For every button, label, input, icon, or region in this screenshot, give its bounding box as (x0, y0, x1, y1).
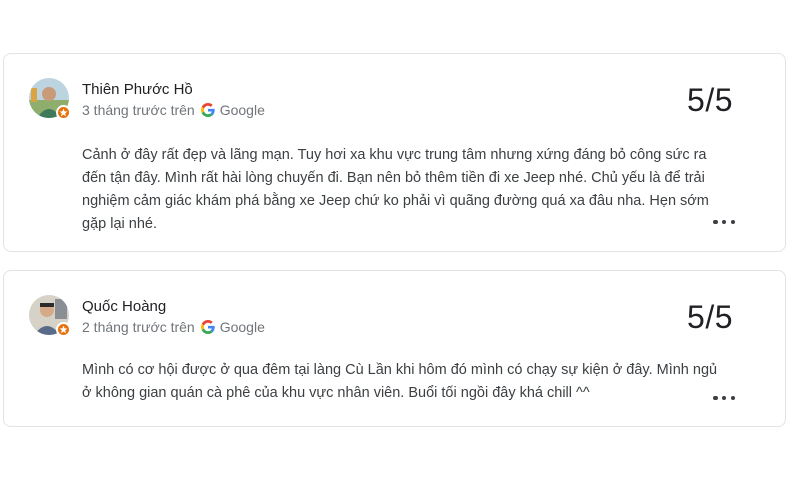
reviewer-name[interactable]: Thiên Phước Hồ (82, 81, 193, 98)
review-meta: 3 tháng trước trên Google (82, 102, 265, 118)
reviewer-avatar[interactable] (29, 78, 71, 120)
review-card: Quốc Hoàng 2 tháng trước trên Google 5/5… (3, 270, 786, 427)
dot (713, 219, 718, 225)
more-options-icon[interactable] (713, 216, 735, 228)
google-icon (200, 103, 215, 117)
dot (721, 395, 727, 401)
rating-score: 5/5 (687, 82, 733, 118)
review-meta: 2 tháng trước trên Google (82, 319, 265, 335)
review-source: Google (219, 319, 265, 335)
dot (730, 219, 735, 225)
local-guide-badge-icon (56, 322, 71, 337)
review-time: 2 tháng trước trên (82, 319, 195, 335)
review-card: Thiên Phước Hồ 3 tháng trước trên Google… (3, 53, 786, 252)
reviewer-name[interactable]: Quốc Hoàng (82, 298, 166, 315)
rating-score: 5/5 (687, 299, 733, 335)
local-guide-badge-icon (56, 105, 71, 120)
review-text: Cảnh ở đây rất đẹp và lãng mạn. Tuy hơi … (82, 147, 709, 232)
review-text: Mình có cơ hội được ở qua đêm tại làng C… (82, 362, 718, 401)
dot (730, 395, 735, 401)
dot (713, 395, 718, 401)
dot (721, 219, 727, 225)
reviewer-avatar[interactable] (29, 295, 71, 337)
google-icon (200, 320, 215, 334)
review-time: 3 tháng trước trên (82, 102, 195, 118)
more-options-icon[interactable] (713, 392, 735, 404)
review-source: Google (219, 102, 265, 118)
